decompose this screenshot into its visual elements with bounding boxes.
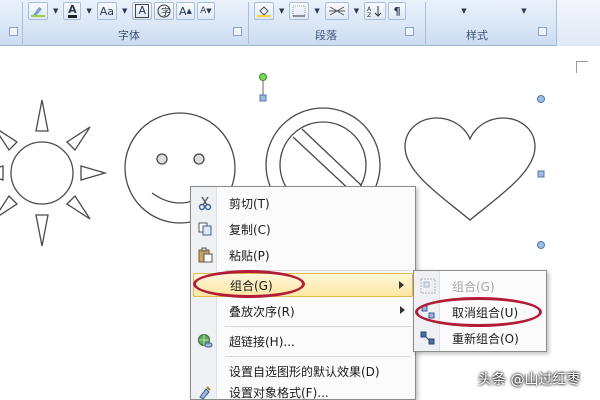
dropdown-arrow[interactable]: ▼ xyxy=(276,2,287,20)
sun-shape[interactable] xyxy=(0,99,108,247)
group-submenu: 组合(G) 取消组合(U) 重新组合(O) xyxy=(413,270,547,352)
paint-bucket-icon xyxy=(257,6,271,17)
chinese-layout-icon xyxy=(328,6,345,16)
change-case-glyph: Aa xyxy=(99,4,115,18)
submenu-item-ungroup[interactable]: 取消组合(U) xyxy=(416,300,544,324)
menu-item-label: 重新组合(O) xyxy=(452,331,519,346)
group-icon xyxy=(416,274,440,298)
menu-item-label: 复制(C) xyxy=(229,222,271,237)
ungroup-icon xyxy=(416,300,440,324)
change-case-button[interactable]: Aa xyxy=(96,2,118,20)
highlighter-icon xyxy=(31,7,45,17)
enclose-char-button[interactable]: 字 xyxy=(153,2,174,20)
paragraph-toolbar: ▼ ▼ ▼ AZ ¶ xyxy=(254,0,407,22)
ribbon-right-panel xyxy=(556,0,600,46)
styles-toolbar: ▼ xyxy=(455,0,473,22)
menu-item-label: 设置对象格式(F)... xyxy=(229,385,329,400)
clipboard-dialog-launcher[interactable] xyxy=(9,27,18,36)
menu-item-label: 组合(G) xyxy=(230,278,273,293)
menu-item-hyperlink[interactable]: 超链接(H)... xyxy=(193,329,413,353)
change-styles-down[interactable]: ▼ xyxy=(515,2,533,20)
context-menu: 剪切(T) 复制(C) 粘贴(P) 组合(G) 叠放次序(R) 超链接(H)..… xyxy=(190,186,416,400)
blank-icon xyxy=(194,273,218,297)
menu-item-copy[interactable]: 复制(C) xyxy=(193,217,413,241)
submenu-item-group: 组合(G) xyxy=(416,274,544,298)
menu-separator xyxy=(225,356,411,357)
borders-icon xyxy=(292,5,306,17)
menu-item-label: 设置自选图形的默认效果(D) xyxy=(229,364,380,379)
menu-item-group[interactable]: 组合(G) xyxy=(193,273,413,297)
dropdown-arrow[interactable]: ▼ xyxy=(83,2,94,20)
dropdown-arrow[interactable]: ▼ xyxy=(351,2,362,20)
borders-button[interactable] xyxy=(289,2,310,20)
paste-icon xyxy=(193,243,217,267)
style-gallery-down[interactable]: ▼ xyxy=(455,2,473,20)
copy-icon xyxy=(193,217,217,241)
menu-item-label: 粘贴(P) xyxy=(229,248,270,263)
font-color-button[interactable]: A xyxy=(63,2,82,20)
text-highlight-button[interactable] xyxy=(28,2,48,20)
sort-icon: AZ xyxy=(367,6,382,17)
font-color-glyph: A xyxy=(68,3,77,18)
submenu-item-regroup[interactable]: 重新组合(O) xyxy=(416,326,544,350)
submenu-arrow-icon xyxy=(400,306,405,314)
menu-item-paste[interactable]: 粘贴(P) xyxy=(193,243,413,267)
styles-toolbar-2: ▼ xyxy=(515,0,533,22)
menu-item-label: 叠放次序(R) xyxy=(229,304,295,319)
watermark-text: 头条 @山过红枣 xyxy=(478,372,581,388)
blank-icon xyxy=(193,299,217,323)
heart-shape[interactable] xyxy=(404,117,536,221)
ribbon-group-label-font: 字体 xyxy=(118,29,140,42)
shading-button[interactable] xyxy=(254,2,274,20)
menu-item-cut[interactable]: 剪切(T) xyxy=(193,191,413,215)
chinese-layout-button[interactable] xyxy=(324,2,349,20)
menu-item-order[interactable]: 叠放次序(R) xyxy=(193,299,413,323)
menu-separator xyxy=(225,326,411,327)
menu-item-label: 取消组合(U) xyxy=(452,305,519,320)
globe-link-icon xyxy=(193,329,217,353)
enclosed-char-icon: 字 xyxy=(157,4,171,18)
font-toolbar: ▼ A ▼ Aa ▼ A 字 A ▲ A ▼ xyxy=(28,0,215,22)
grow-font-glyph: A xyxy=(178,4,187,18)
dropdown-arrow[interactable]: ▼ xyxy=(311,2,322,20)
group-separator xyxy=(248,2,249,44)
ribbon-group-label-paragraph: 段落 xyxy=(315,29,337,42)
svg-text:字: 字 xyxy=(161,6,170,18)
svg-text:Z: Z xyxy=(367,12,371,17)
format-icon xyxy=(193,383,217,400)
paragraph-dialog-launcher[interactable] xyxy=(405,27,414,36)
dropdown-arrow[interactable]: ▼ xyxy=(50,2,61,20)
group-separator xyxy=(22,2,23,44)
styles-dialog-launcher[interactable] xyxy=(538,27,547,36)
blank-icon xyxy=(193,359,217,383)
regroup-icon xyxy=(416,326,440,350)
shrink-font-button[interactable]: A ▼ xyxy=(196,2,215,20)
ribbon: ▼ A ▼ Aa ▼ A 字 A ▲ A ▼ 字体 ▼ ▼ ▼ AZ ¶ 段落 … xyxy=(0,0,600,46)
menu-separator xyxy=(225,270,411,271)
font-dialog-launcher[interactable] xyxy=(233,27,242,36)
dropdown-arrow[interactable]: ▼ xyxy=(119,2,130,20)
sort-button[interactable]: AZ xyxy=(364,2,387,20)
menu-item-label: 组合(G) xyxy=(452,279,495,294)
group-separator xyxy=(425,2,426,44)
submenu-arrow-icon xyxy=(399,281,404,289)
menu-item-set-default-effect[interactable]: 设置自选图形的默认效果(D) xyxy=(193,359,413,383)
menu-item-label: 超链接(H)... xyxy=(229,334,295,349)
up-arrow-icon: ▲ xyxy=(186,7,192,15)
menu-item-format-object[interactable]: 设置对象格式(F)... xyxy=(193,383,413,400)
char-border-glyph: A xyxy=(135,4,149,18)
ribbon-group-label-styles: 样式 xyxy=(466,29,488,42)
menu-item-label: 剪切(T) xyxy=(229,196,270,211)
char-border-button[interactable]: A xyxy=(132,2,152,20)
show-marks-button[interactable]: ¶ xyxy=(388,2,407,20)
scissors-icon xyxy=(193,191,217,215)
grow-font-button[interactable]: A ▲ xyxy=(175,2,195,20)
down-arrow-icon: ▼ xyxy=(206,7,212,15)
